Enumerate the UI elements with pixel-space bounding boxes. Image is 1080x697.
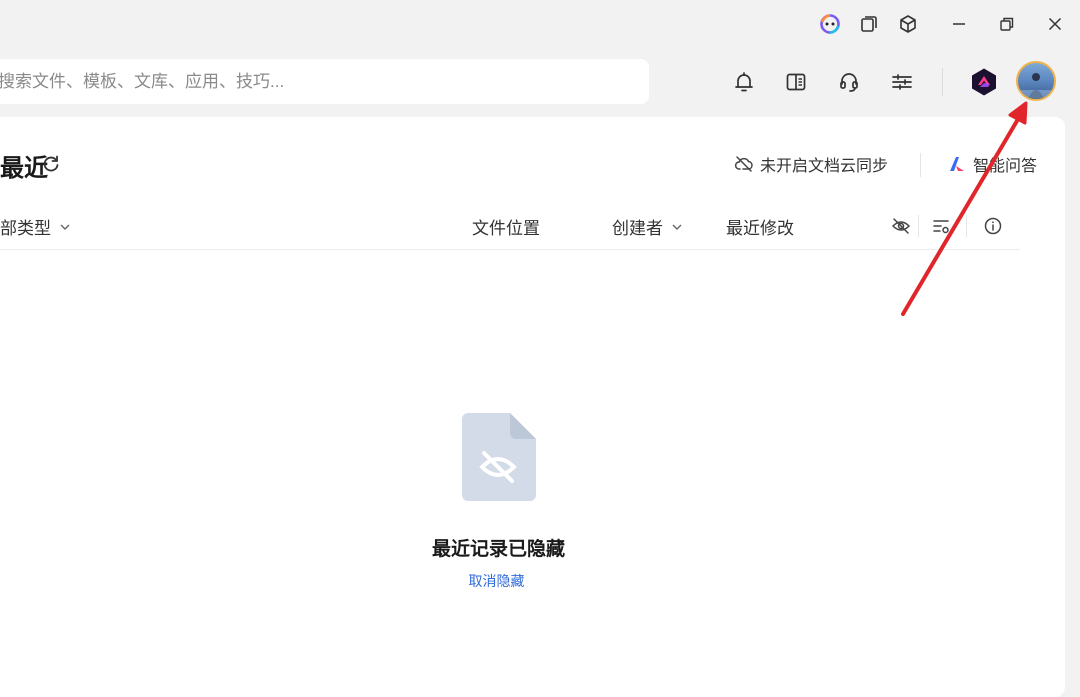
refresh-icon[interactable] bbox=[40, 153, 62, 175]
multi-window-icon[interactable] bbox=[858, 13, 880, 35]
creator-filter[interactable]: 创建者 bbox=[612, 214, 683, 239]
sliders-icon[interactable] bbox=[888, 68, 916, 96]
bell-icon[interactable] bbox=[730, 68, 758, 96]
column-location[interactable]: 文件位置 bbox=[472, 214, 540, 239]
annotation-arrow bbox=[890, 95, 1035, 320]
sidebar-panel-icon[interactable] bbox=[782, 68, 810, 96]
hidden-file-icon bbox=[462, 413, 536, 501]
cloud-sync-label: 未开启文档云同步 bbox=[760, 158, 889, 175]
column-modified[interactable]: 最近修改 bbox=[726, 214, 794, 239]
copilot-icon[interactable] bbox=[818, 12, 842, 36]
headset-icon[interactable] bbox=[835, 68, 863, 96]
unhide-link[interactable]: 取消隐藏 bbox=[0, 571, 993, 591]
cube-icon[interactable] bbox=[897, 13, 919, 35]
search-input[interactable] bbox=[0, 70, 600, 93]
search-bar[interactable] bbox=[0, 59, 649, 104]
close-icon[interactable] bbox=[1044, 13, 1066, 35]
app-logo-icon[interactable] bbox=[968, 66, 1000, 98]
cloud-sync-button[interactable]: 未开启文档云同步 bbox=[734, 152, 888, 176]
restore-icon[interactable] bbox=[996, 13, 1018, 35]
minimize-icon[interactable] bbox=[948, 13, 970, 35]
toolbar-divider bbox=[942, 68, 943, 96]
header-rule bbox=[0, 249, 1020, 250]
column-location-label: 文件位置 bbox=[472, 219, 540, 238]
creator-filter-label: 创建者 bbox=[612, 219, 663, 238]
chevron-down-icon bbox=[59, 221, 71, 233]
chevron-down-icon bbox=[671, 221, 683, 233]
cloud-off-icon bbox=[734, 154, 754, 174]
type-filter[interactable]: 部类型 bbox=[0, 214, 71, 239]
type-filter-label: 部类型 bbox=[0, 219, 51, 238]
empty-state-title: 最近记录已隐藏 bbox=[431, 539, 565, 560]
column-modified-label: 最近修改 bbox=[726, 219, 794, 238]
